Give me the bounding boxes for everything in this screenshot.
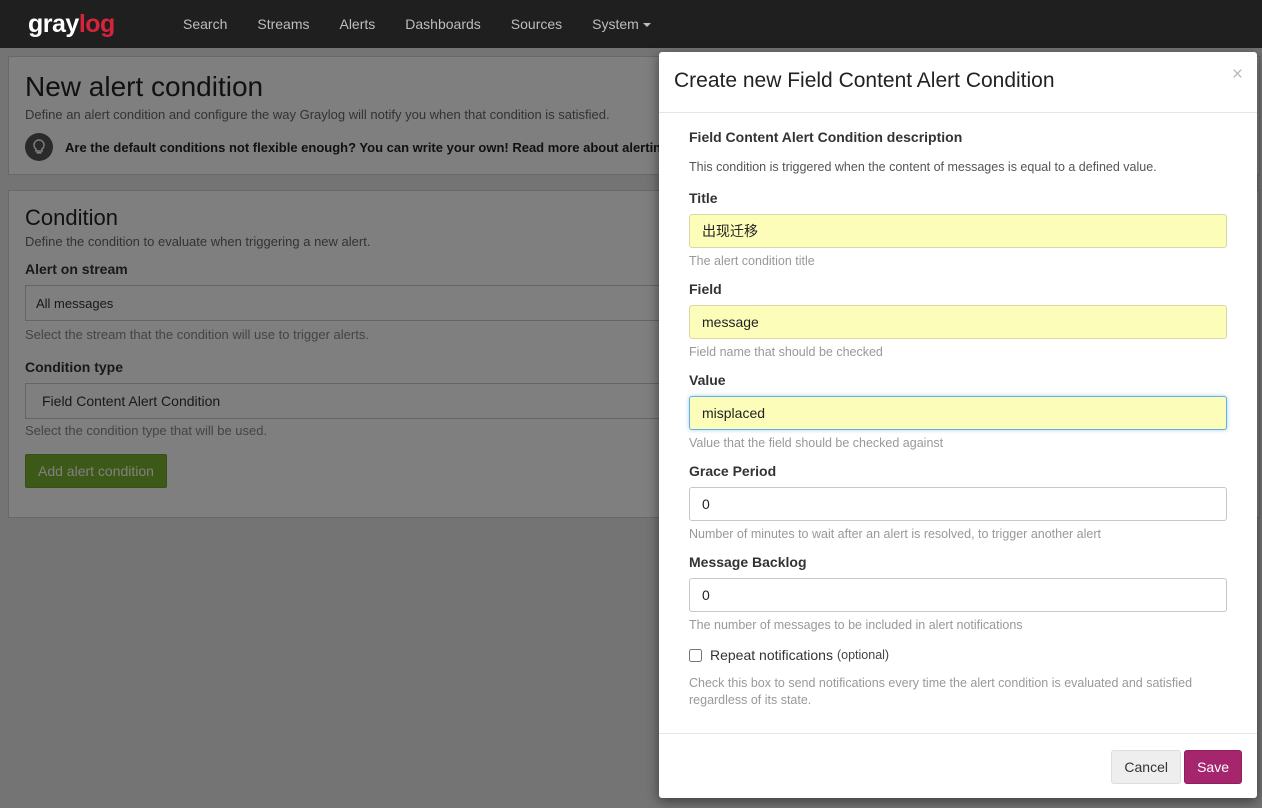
modal-header: Create new Field Content Alert Condition…	[659, 52, 1257, 113]
field-label: Field	[689, 281, 722, 297]
value-help: Value that the field should be checked a…	[689, 436, 944, 450]
field-help: Field name that should be checked	[689, 345, 883, 359]
value-input[interactable]	[689, 396, 1227, 430]
grace-period-label: Grace Period	[689, 463, 777, 479]
close-icon[interactable]: ×	[1232, 64, 1243, 86]
repeat-notifications-row[interactable]: Repeat notifications (optional)	[689, 647, 889, 663]
nav-alerts[interactable]: Alerts	[324, 0, 390, 48]
logo-text-log: log	[78, 9, 116, 38]
nav-search[interactable]: Search	[168, 0, 242, 48]
grace-period-input[interactable]	[689, 487, 1227, 521]
top-navbar: gray log Search Streams Alerts Dashboards…	[0, 0, 1262, 48]
nav-dashboards[interactable]: Dashboards	[390, 0, 496, 48]
repeat-notifications-checkbox[interactable]	[689, 648, 702, 662]
caret-down-icon	[642, 23, 651, 28]
logo-text-gray: gray	[28, 9, 79, 38]
nav-system[interactable]: System	[577, 0, 666, 48]
nav-sources[interactable]: Sources	[496, 0, 577, 48]
title-input[interactable]	[689, 214, 1227, 248]
optional-tag: (optional)	[836, 648, 890, 662]
main-nav: Search Streams Alerts Dashboards Sources…	[168, 0, 666, 48]
value-label: Value	[689, 372, 726, 388]
graylog-logo[interactable]: gray log	[28, 0, 138, 48]
nav-streams[interactable]: Streams	[242, 0, 324, 48]
modal-footer: Cancel Save	[659, 733, 1257, 798]
message-backlog-input[interactable]	[689, 578, 1227, 612]
description-text: This condition is triggered when the con…	[689, 160, 1157, 174]
cancel-button[interactable]: Cancel	[1111, 750, 1181, 784]
create-condition-modal: Create new Field Content Alert Condition…	[659, 52, 1257, 798]
message-backlog-label: Message Backlog	[689, 554, 807, 570]
message-backlog-help: The number of messages to be included in…	[689, 618, 1023, 632]
nav-system-label: System	[592, 16, 639, 32]
title-help: The alert condition title	[689, 254, 815, 268]
grace-period-help: Number of minutes to wait after an alert…	[689, 527, 1101, 541]
save-button[interactable]: Save	[1184, 750, 1242, 784]
field-input[interactable]	[689, 305, 1227, 339]
title-label: Title	[689, 190, 718, 206]
repeat-notifications-help: Check this box to send notifications eve…	[689, 676, 1193, 707]
description-heading: Field Content Alert Condition descriptio…	[689, 129, 963, 145]
modal-title: Create new Field Content Alert Condition	[674, 69, 1055, 92]
repeat-notifications-label: Repeat notifications	[710, 647, 833, 663]
